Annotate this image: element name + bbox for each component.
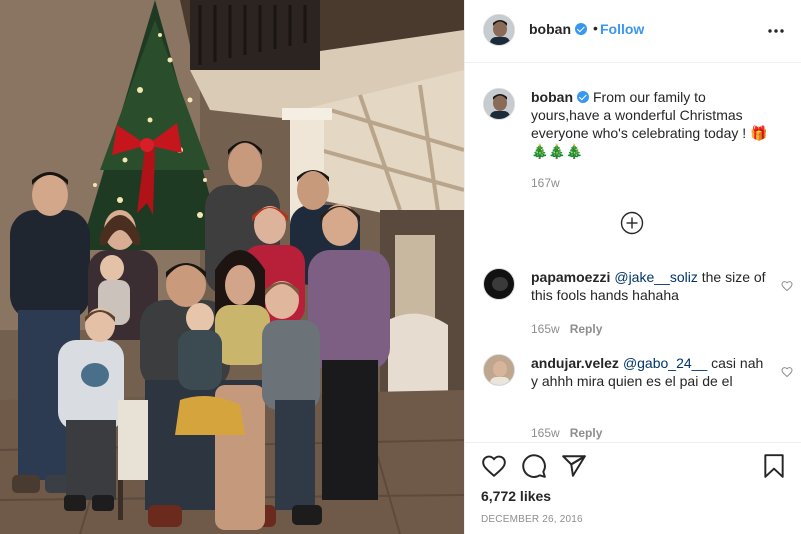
avatar-image [484,355,514,385]
follow-button[interactable]: Follow [600,21,644,37]
comment-mention[interactable]: @gabo_24__ [623,355,707,371]
family-christmas-photo [0,0,464,534]
reply-button[interactable]: Reply [570,426,603,440]
comment-username[interactable]: andujar.velez [531,355,619,371]
post-date[interactable]: DECEMBER 26, 2016 [481,514,583,525]
more-horizontal-icon[interactable] [766,21,786,41]
verified-badge-icon [577,91,589,103]
comment-age[interactable]: 165w [531,322,560,336]
heart-icon[interactable] [481,453,507,479]
comment-username[interactable]: papamoezzi [531,269,610,285]
share-icon[interactable] [561,453,587,479]
separator-dot: • [593,20,598,36]
reply-button[interactable]: Reply [570,322,603,336]
comment-meta: 165w Reply [531,322,602,336]
header-username[interactable]: boban [529,21,587,37]
post-photo[interactable] [0,0,464,534]
comment-like-heart-icon[interactable] [781,280,793,292]
gift-emoji-icon: 🎁 [750,125,768,141]
comment-avatar[interactable] [483,268,515,300]
post-header: boban • Follow [465,0,801,63]
comment-text-block: papamoezzi @jake__soliz the size of this … [531,268,771,304]
comment-icon[interactable] [521,453,547,479]
comment-mention[interactable]: @jake__soliz [614,269,697,285]
username-text[interactable]: boban [529,21,571,37]
caption-meta: 167w [531,176,560,190]
comments-list[interactable]: boban From our family to yours,have a won… [465,64,801,441]
comment-avatar[interactable] [483,354,515,386]
bookmark-icon[interactable] [761,453,787,479]
avatar[interactable] [483,14,515,46]
caption-text-block: boban From our family to yours,have a won… [531,88,776,160]
christmas-tree-emoji-icon: 🎄🎄🎄 [531,143,584,159]
comment-text-block: andujar.velez @gabo_24__ casi nah y ahhh … [531,354,771,390]
caption-username[interactable]: boban [531,89,573,105]
likes-count[interactable]: 6,772 likes [481,488,551,504]
avatar-image [484,269,514,299]
avatar-image [484,89,514,119]
post-side-panel: boban • Follow boban From our family to y… [464,0,801,534]
caption-age[interactable]: 167w [531,176,560,190]
post-actions: 6,772 likes DECEMBER 26, 2016 [465,442,801,534]
comment-like-heart-icon[interactable] [781,366,793,378]
comment-age[interactable]: 165w [531,426,560,440]
comment-meta: 165w Reply [531,426,602,440]
avatar-image [484,15,514,45]
plus-circle-icon[interactable] [620,211,644,235]
verified-badge-icon [575,23,587,35]
caption-avatar[interactable] [483,88,515,120]
